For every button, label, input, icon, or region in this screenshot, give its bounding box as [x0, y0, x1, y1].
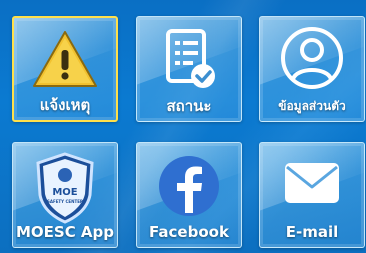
personal-info-tile[interactable]: ข้อมูลส่วนตัว	[259, 16, 365, 122]
user-profile-icon	[260, 25, 364, 91]
moe-shield-logo-icon: MOE SAFETY CENTER	[13, 151, 117, 225]
tile-label: E-mail	[285, 223, 339, 241]
facebook-icon	[137, 153, 241, 219]
tile-label: ข้อมูลส่วนตัว	[278, 99, 346, 113]
moesc-app-tile[interactable]: MOE SAFETY CENTER MOESC App	[12, 142, 118, 248]
report-incident-tile[interactable]: แจ้งเหตุ	[12, 16, 118, 122]
status-tile[interactable]: สถานะ	[136, 16, 242, 122]
logo-subtext: SAFETY CENTER	[47, 199, 83, 204]
tile-label: สถานะ	[166, 97, 212, 115]
tile-label: MOESC App	[15, 223, 115, 241]
warning-icon	[14, 28, 116, 90]
tile-label: แจ้งเหตุ	[39, 96, 91, 114]
logo-text: MOE	[52, 187, 77, 198]
email-tile[interactable]: E-mail	[259, 142, 365, 248]
tile-label: Facebook	[149, 223, 229, 241]
document-check-icon	[137, 27, 241, 93]
facebook-tile[interactable]: Facebook	[136, 142, 242, 248]
mail-icon	[260, 157, 364, 209]
